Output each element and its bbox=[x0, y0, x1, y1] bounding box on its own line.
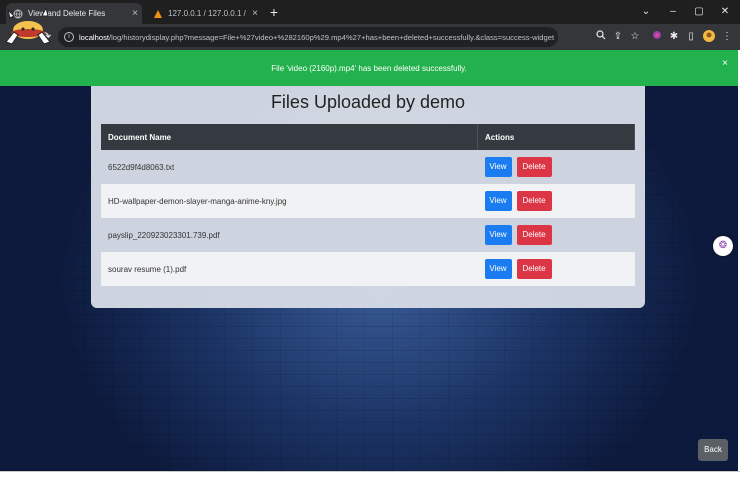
table-row: sourav resume (1).pdf View Delete bbox=[101, 252, 635, 286]
page-title: Files Uploaded by demo bbox=[270, 92, 466, 112]
delete-button[interactable]: Delete bbox=[516, 157, 552, 177]
extensions-puzzle-icon[interactable]: ✱ bbox=[667, 30, 681, 44]
actions-cell: View Delete bbox=[477, 150, 635, 184]
window-close-icon[interactable]: ✕ bbox=[714, 4, 736, 20]
delete-button[interactable]: Delete bbox=[516, 225, 552, 245]
url-host: localhost bbox=[79, 32, 109, 42]
browser-menu-icon[interactable]: ⋮ bbox=[720, 30, 734, 44]
actions-cell: View Delete bbox=[477, 252, 635, 286]
files-card: Files Uploaded by demo Document Name Act… bbox=[91, 86, 645, 308]
view-button[interactable]: View bbox=[484, 225, 512, 245]
mascot-cartoon-icon bbox=[2, 2, 56, 48]
tab-close-icon[interactable]: × bbox=[248, 8, 262, 19]
tab-phpmyadmin[interactable]: 127.0.0.1 / 127.0.0.1 / project / ... × bbox=[146, 3, 262, 24]
address-bar[interactable]: i localhost /log/historydisplay.php?mess… bbox=[58, 27, 558, 47]
url-path: /log/historydisplay.php?message=File+%27… bbox=[108, 32, 555, 42]
minimize-icon[interactable]: – bbox=[662, 4, 684, 20]
tab-close-icon[interactable]: × bbox=[128, 8, 142, 19]
tab-title: 127.0.0.1 / 127.0.0.1 / project / ... bbox=[168, 9, 248, 18]
page-viewport: File 'video (2160p).mp4' has been delete… bbox=[0, 50, 738, 471]
window-bottom-edge bbox=[0, 471, 740, 477]
tab-search-chevron-icon[interactable]: ⌄ bbox=[635, 4, 657, 20]
floating-extension-brain-icon[interactable]: ❂ bbox=[713, 236, 733, 256]
maximize-icon[interactable]: ▢ bbox=[688, 4, 710, 20]
share-icon[interactable]: ⇪ bbox=[611, 30, 625, 44]
delete-button[interactable]: Delete bbox=[516, 191, 552, 211]
actions-cell: View Delete bbox=[477, 218, 635, 252]
view-button[interactable]: View bbox=[484, 191, 512, 211]
back-button[interactable]: Back bbox=[698, 439, 728, 461]
new-tab-button[interactable]: + bbox=[266, 4, 282, 20]
site-info-icon[interactable]: i bbox=[64, 32, 74, 42]
document-name-cell: 6522d9f4d8063.txt bbox=[101, 150, 478, 184]
browser-toolbar: ⟳ i localhost /log/historydisplay.php?me… bbox=[0, 24, 740, 50]
document-name-cell: sourav resume (1).pdf bbox=[101, 252, 478, 286]
alert-close-icon[interactable]: × bbox=[722, 58, 728, 69]
column-header-document-name: Document Name bbox=[101, 124, 478, 150]
zoom-icon[interactable] bbox=[594, 30, 608, 44]
success-alert: File 'video (2160p).mp4' has been delete… bbox=[0, 50, 738, 86]
table-row: 6522d9f4d8063.txt View Delete bbox=[101, 150, 635, 184]
extension-colorful-icon[interactable] bbox=[650, 30, 664, 44]
table-row: payslip_220923023301.739.pdf View Delete bbox=[101, 218, 635, 252]
alert-message: File 'video (2160p).mp4' has been delete… bbox=[271, 63, 467, 73]
actions-cell: View Delete bbox=[477, 184, 635, 218]
view-button[interactable]: View bbox=[484, 157, 512, 177]
document-name-cell: HD-wallpaper-demon-slayer-manga-anime-kn… bbox=[101, 184, 478, 218]
side-panel-icon[interactable]: ▯ bbox=[684, 30, 698, 44]
bookmark-star-icon[interactable]: ☆ bbox=[628, 30, 642, 44]
files-table: Document Name Actions 6522d9f4d8063.txt … bbox=[101, 124, 635, 286]
table-header-row: Document Name Actions bbox=[101, 124, 635, 150]
view-button[interactable]: View bbox=[484, 259, 512, 279]
document-name-cell: payslip_220923023301.739.pdf bbox=[101, 218, 478, 252]
table-row: HD-wallpaper-demon-slayer-manga-anime-kn… bbox=[101, 184, 635, 218]
column-header-actions: Actions bbox=[477, 124, 635, 150]
delete-button[interactable]: Delete bbox=[516, 259, 552, 279]
phpmyadmin-icon bbox=[152, 8, 164, 20]
profile-avatar-icon[interactable] bbox=[702, 30, 716, 44]
browser-tab-strip: View and Delete Files × 127.0.0.1 / 127.… bbox=[0, 0, 740, 24]
